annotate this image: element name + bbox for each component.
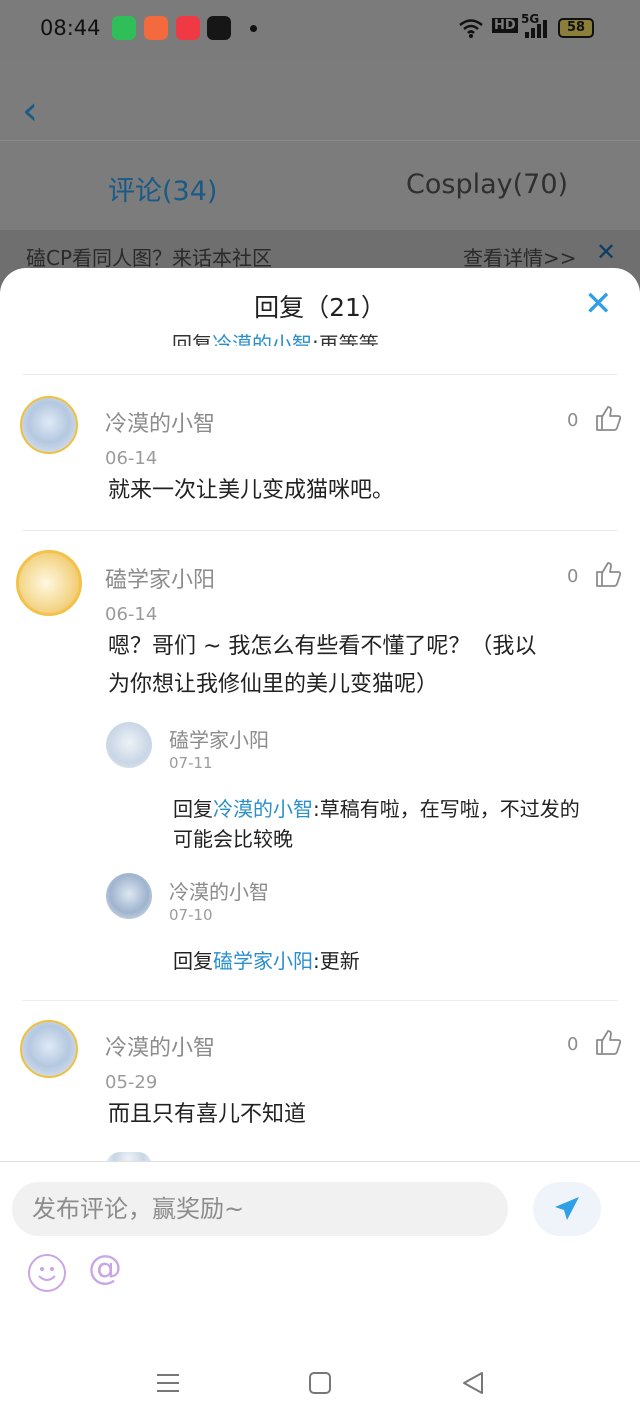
divider (22, 1000, 618, 1001)
comment-input-bar: 发布评论，赢奖励~ @ (0, 1161, 640, 1343)
reply-text: :再等等 (312, 332, 379, 346)
tab-cosplay[interactable]: Cosplay(70) (406, 169, 568, 200)
reply-text: :更新 (313, 949, 360, 973)
reply-sheet: 回复（21） ✕ 回复冷漠的小智:再等等 冷漠的小智 0 06-14 就来一次让… (0, 268, 640, 1422)
reply-text-line: 回复磕学家小阳:更新 (173, 946, 360, 977)
comment-text: 而且只有喜儿不知道 (108, 1102, 307, 1127)
back-chevron-icon[interactable]: ‹ (22, 88, 38, 134)
shopping-app-icon (144, 16, 168, 40)
tiktok-icon (207, 16, 231, 40)
like-count: 0 (567, 566, 579, 587)
like-count: 0 (567, 410, 579, 431)
avatar[interactable] (16, 550, 82, 616)
send-button[interactable] (533, 1182, 601, 1236)
background-page: ‹ 评论(34) Cosplay(70) 磕CP看同人图？来话本社区 查看详情>… (0, 58, 640, 298)
avatar[interactable] (20, 1020, 78, 1078)
reply-target-link[interactable]: 冷漠的小智 (212, 332, 312, 346)
red-app-icon (176, 16, 200, 40)
reply-author[interactable]: 冷漠的小智 (169, 876, 269, 905)
comment-author[interactable]: 冷漠的小智 (105, 1030, 215, 1062)
comment-date: 06-14 (105, 448, 158, 469)
like-count: 0 (567, 1034, 579, 1055)
banner-close-icon[interactable]: ✕ (596, 238, 616, 266)
tab-comments[interactable]: 评论(34) (108, 169, 217, 208)
comment-date: 05-29 (105, 1072, 158, 1093)
home-square-icon[interactable] (307, 1370, 333, 1396)
send-icon (555, 1197, 579, 1220)
avatar[interactable] (106, 722, 152, 768)
reply-author[interactable]: 磕学家小阳 (169, 724, 269, 753)
sheet-close-icon[interactable]: ✕ (584, 284, 613, 324)
battery-icon: 58 (558, 18, 594, 38)
hd-icon: HD (492, 18, 518, 33)
back-triangle-icon[interactable] (460, 1370, 486, 1396)
signal-icon (525, 20, 547, 38)
menu-icon[interactable] (155, 1370, 181, 1396)
comment-author[interactable]: 磕学家小阳 (105, 562, 215, 594)
sheet-title: 回复（21） (254, 293, 386, 322)
reply-text-line: 回复冷漠的小智:草稿有啦，在写啦，不过发的 (173, 794, 580, 825)
emoji-icon[interactable] (28, 1254, 66, 1292)
thumbs-up-icon[interactable] (594, 560, 622, 588)
thumbs-up-icon[interactable] (594, 404, 622, 432)
reply-prefix: 回复 (172, 332, 212, 346)
reply-date: 07-10 (169, 906, 213, 924)
banner-detail-link[interactable]: 查看详情>> (463, 242, 577, 271)
status-time: 08:44 (40, 16, 101, 40)
avatar[interactable] (20, 396, 78, 454)
clipped-reply-line: 回复冷漠的小智:再等等 (172, 324, 379, 346)
thumbs-up-icon[interactable] (594, 1028, 622, 1056)
video-app-icon (112, 16, 136, 40)
reply-prefix: 回复 (173, 797, 213, 821)
reply-target-link[interactable]: 冷漠的小智 (213, 797, 313, 821)
divider (22, 530, 618, 531)
banner-text: 磕CP看同人图？来话本社区 (26, 246, 273, 270)
comment-text: 就来一次让美儿变成猫咪吧。 (108, 478, 395, 503)
comment-input[interactable]: 发布评论，赢奖励~ (12, 1182, 508, 1236)
wifi-icon (459, 19, 483, 38)
comment-text-line: 为你想让我修仙里的美儿变猫呢） (108, 672, 439, 697)
comment-author[interactable]: 冷漠的小智 (105, 406, 215, 438)
reply-text-line: 可能会比较晚 (173, 827, 293, 851)
status-bar: 08:44 HD 5G 58 (0, 0, 640, 58)
reply-text: :草稿有啦，在写啦，不过发的 (313, 797, 580, 821)
system-nav-bar (0, 1340, 640, 1422)
smile-face-icon (38, 1267, 56, 1281)
comment-text-line: 嗯？哥们 ~ 我怎么有些看不懂了呢？（我以 (108, 634, 537, 659)
divider (22, 374, 618, 375)
tab-bar: 评论(34) Cosplay(70) (0, 140, 640, 230)
at-mention-icon[interactable]: @ (88, 1248, 122, 1288)
reply-target-link[interactable]: 磕学家小阳 (213, 949, 313, 973)
avatar[interactable] (106, 873, 152, 919)
notification-dot (250, 25, 257, 32)
reply-date: 07-11 (169, 754, 213, 772)
reply-prefix: 回复 (173, 949, 213, 973)
comment-date: 06-14 (105, 604, 158, 625)
